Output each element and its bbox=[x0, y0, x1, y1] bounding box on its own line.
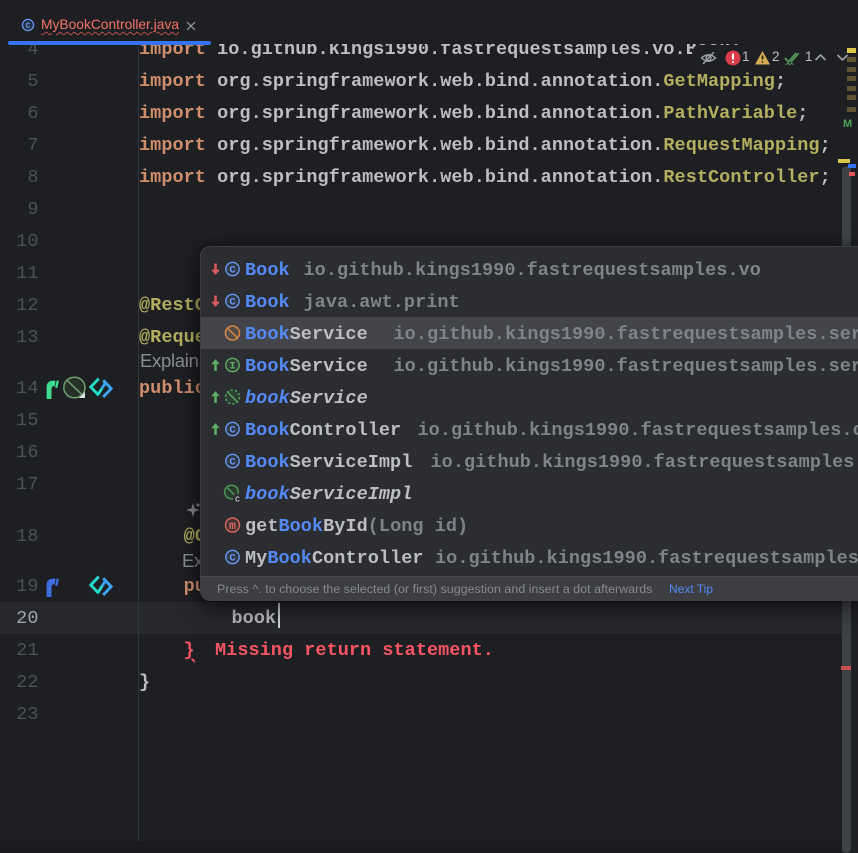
svg-text:C: C bbox=[25, 21, 30, 31]
